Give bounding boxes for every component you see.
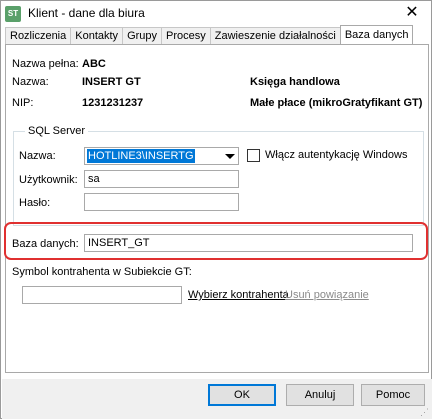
contractor-symbol-input[interactable] [22,286,182,304]
name-label: Nazwa: [12,76,49,88]
chevron-down-icon[interactable] [225,154,235,159]
tab-panel-baza-danych: Nazwa pełna: ABC Nazwa: INSERT GT Księga… [5,44,429,373]
ok-button[interactable]: OK [208,384,276,406]
close-icon[interactable]: ✕ [401,3,423,23]
tab-baza-danych[interactable]: Baza danych [339,25,414,44]
sql-password-input[interactable] [84,193,239,211]
sql-server-name-value: HOTLINE3\INSERTG [87,149,195,163]
title-bar: ST Klient - dane dla biura ✕ [1,1,431,27]
resize-grip-icon[interactable]: ⋰ [420,407,430,417]
payroll-type: Małe płace (mikroGratyfikant GT) [250,97,423,109]
sql-server-name-combobox[interactable]: HOTLINE3\INSERTG [84,147,239,165]
dialog-footer: OK Anuluj Pomoc ⋰ [2,379,432,419]
tab-procesy[interactable]: Procesy [161,27,211,44]
database-highlight-frame [4,222,428,260]
cancel-button[interactable]: Anuluj [286,384,354,406]
nip-label: NIP: [12,97,34,109]
nip-value: 1231231237 [82,97,144,109]
sql-name-label: Nazwa: [19,150,56,162]
sql-user-label: Użytkownik: [19,174,78,186]
tab-kontakty[interactable]: Kontakty [70,27,124,44]
full-name-value: ABC [82,58,106,70]
contractor-symbol-label: Symbol kontrahenta w Subiekcie GT: [12,266,192,278]
tab-rozliczenia[interactable]: Rozliczenia [5,27,72,44]
sql-user-input[interactable]: sa [84,170,239,188]
sql-server-group: SQL Server Nazwa: HOTLINE3\INSERTG Włącz… [13,125,424,226]
window-title: Klient - dane dla biura [28,6,145,20]
sql-password-label: Hasło: [19,197,51,209]
full-name-label: Nazwa pełna: [12,58,79,70]
help-button[interactable]: Pomoc [361,384,425,406]
windows-auth-checkbox[interactable] [247,149,260,162]
app-icon: ST [5,6,21,22]
tab-zawieszenie-dzialalnosci[interactable]: Zawieszenie działalności [209,27,341,44]
name-value: INSERT GT [82,76,141,88]
windows-auth-label[interactable]: Włącz autentykację Windows [265,149,407,161]
tab-grupy[interactable]: Grupy [122,27,163,44]
accounting-type: Księga handlowa [250,76,340,88]
tab-strip: Rozliczenia Kontakty Grupy Procesy Zawie… [5,25,414,45]
remove-link[interactable]: Usuń powiązanie [285,289,369,301]
choose-contractor-link[interactable]: Wybierz kontrahenta [188,289,289,301]
dialog-window: ST Klient - dane dla biura ✕ Rozliczenia… [0,0,432,419]
sql-server-group-title: SQL Server [25,125,89,137]
